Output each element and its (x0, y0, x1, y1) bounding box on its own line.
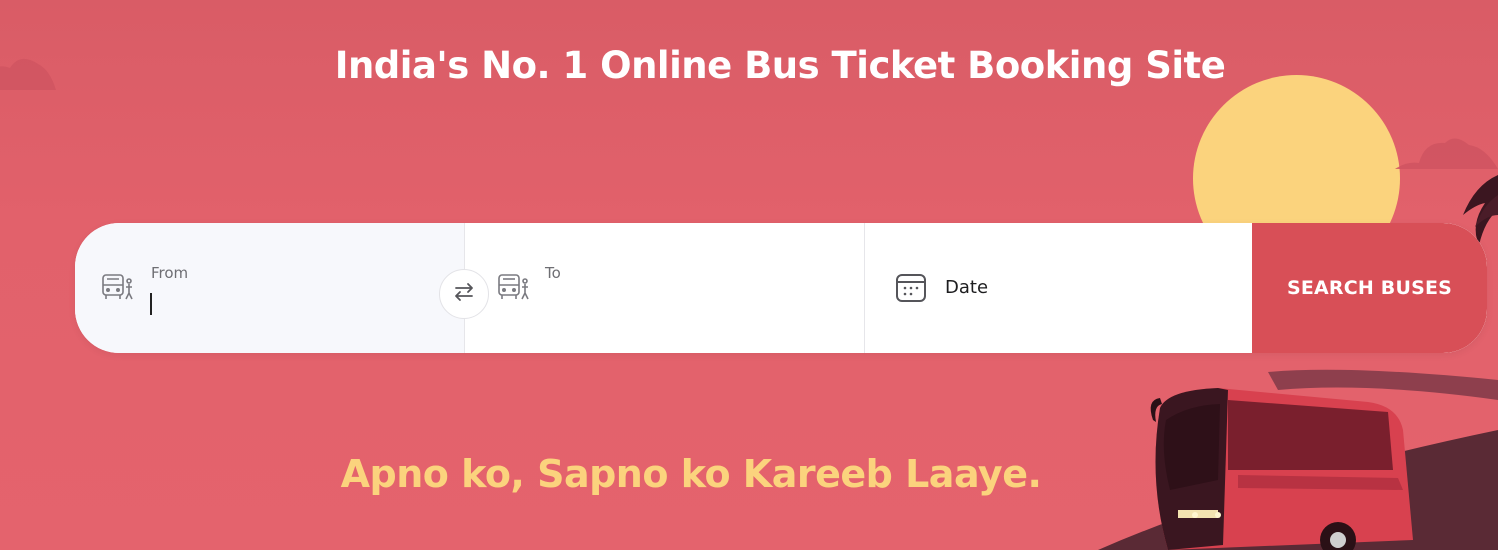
date-field[interactable]: Date (865, 223, 1252, 353)
bus-stop-icon (100, 269, 136, 305)
bus-stop-icon (496, 269, 532, 305)
swap-icon (453, 281, 475, 307)
bus-search-form: From To Date SEARCH BUSES (75, 223, 1487, 353)
swap-button[interactable] (439, 269, 489, 319)
date-label: Date (945, 277, 989, 298)
from-field[interactable]: From (75, 223, 489, 353)
text-cursor (150, 293, 152, 315)
calendar-icon (895, 271, 927, 303)
page-headline: India's No. 1 Online Bus Ticket Booking … (334, 44, 1226, 87)
from-label: From (151, 264, 189, 282)
to-field[interactable]: To (465, 223, 865, 353)
to-label: To (545, 264, 561, 282)
hero-banner: India's No. 1 Online Bus Ticket Booking … (0, 0, 1498, 550)
search-buses-button[interactable]: SEARCH BUSES (1252, 223, 1487, 353)
bus-illustration (1098, 369, 1498, 550)
